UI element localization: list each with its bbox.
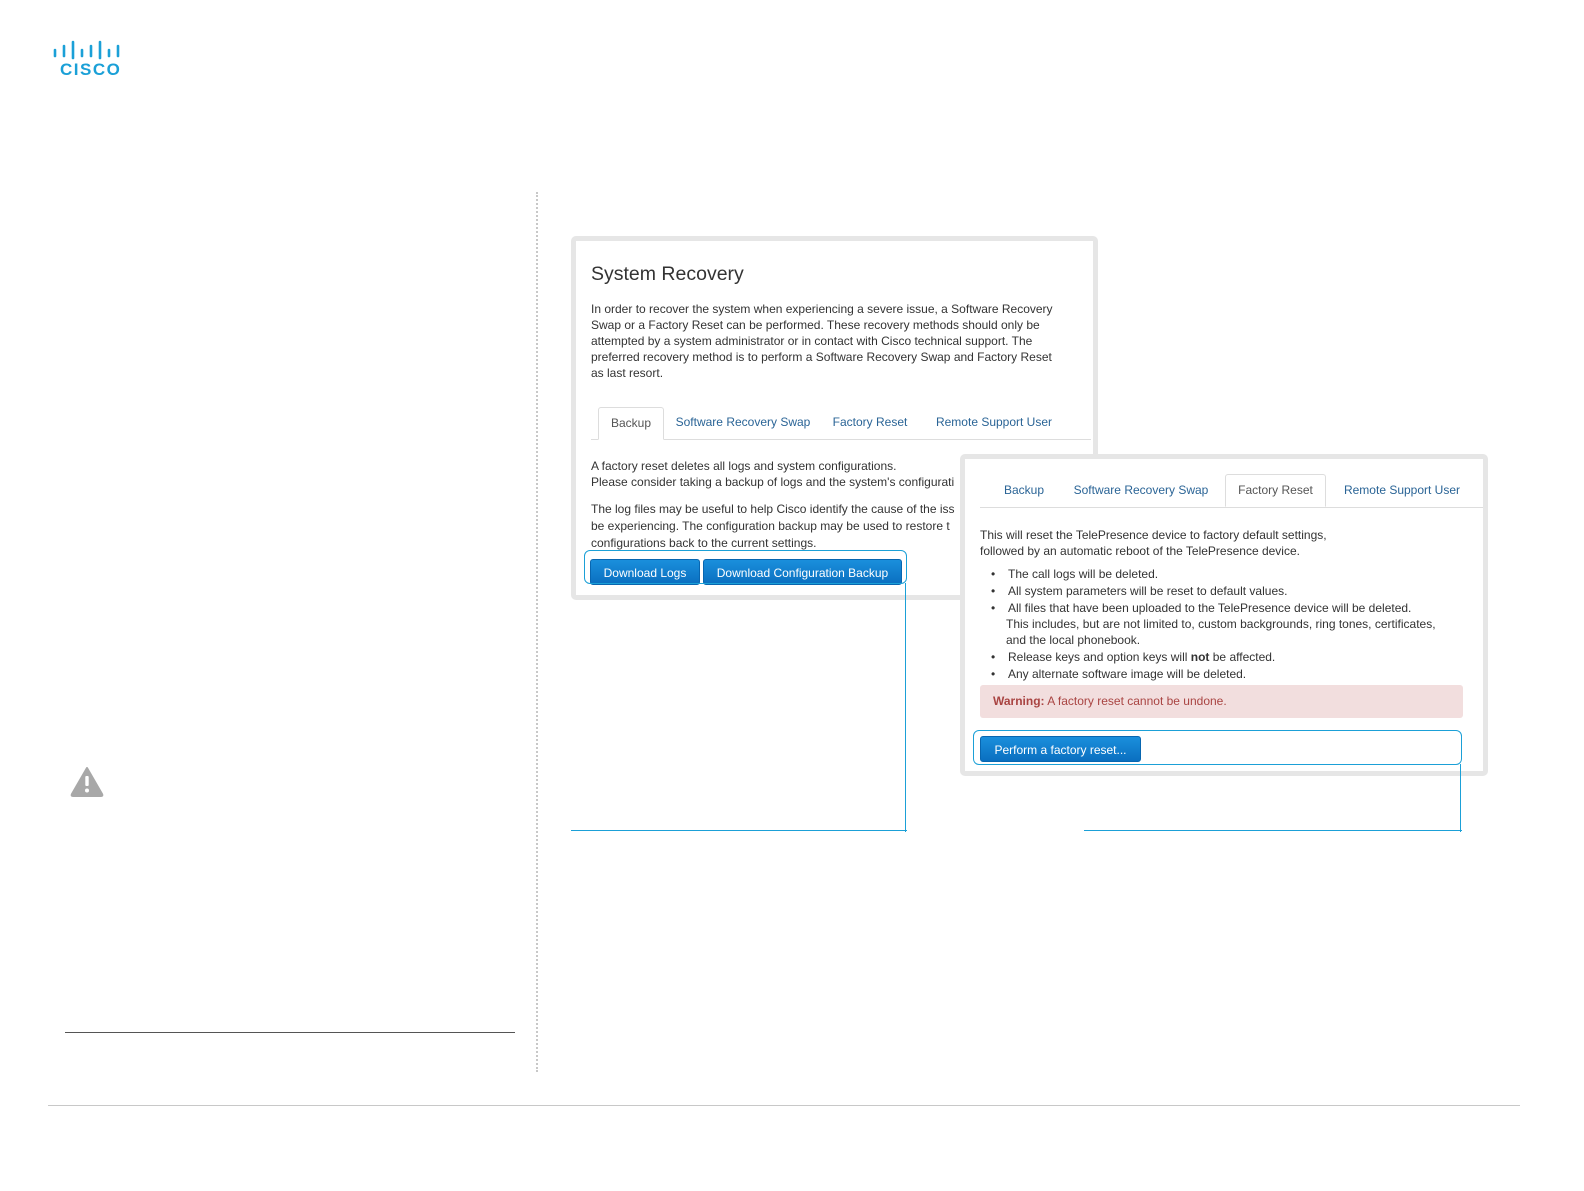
cisco-bars-icon [53, 40, 120, 60]
footer-rule [48, 1105, 1520, 1106]
factory-reset-panel: Backup Software Recovery Swap Factory Re… [960, 454, 1488, 776]
list-item: All system parameters will be reset to d… [980, 583, 1480, 599]
tab-factory-reset[interactable]: Factory Reset [1225, 474, 1326, 507]
warning-label: Warning: [993, 694, 1045, 708]
list-item: All files that have been uploaded to the… [980, 600, 1480, 648]
reset-intro-line: This will reset the TelePresence device … [980, 528, 1327, 542]
section-rule [65, 1032, 515, 1033]
callout-line [905, 583, 906, 832]
tab-factory-reset[interactable]: Factory Reset [826, 407, 914, 437]
download-buttons-highlight [584, 550, 907, 584]
tab-software-recovery-swap[interactable]: Software Recovery Swap [1062, 475, 1220, 505]
warning-alert: Warning: A factory reset cannot be undon… [980, 685, 1463, 718]
factory-reset-button-highlight [973, 730, 1462, 765]
column-divider [536, 192, 538, 1072]
recovery-tabs: Backup Software Recovery Swap Factory Re… [591, 407, 1091, 440]
cisco-logo: CISCO [52, 40, 128, 82]
callout-line [1460, 764, 1461, 832]
list-item: Any alternate software image will be del… [980, 666, 1480, 682]
list-item-detail: This includes, but are not limited to, c… [1006, 617, 1436, 631]
tab-remote-support-user[interactable]: Remote Support User [1332, 475, 1472, 505]
reset-effects-list: The call logs will be deleted. All syste… [980, 566, 1480, 683]
warning-triangle-icon [70, 766, 104, 802]
recovery-tabs: Backup Software Recovery Swap Factory Re… [980, 473, 1483, 508]
list-item: Release keys and option keys will not be… [980, 649, 1480, 665]
tab-remote-support-user[interactable]: Remote Support User [929, 407, 1059, 437]
warning-text: A factory reset cannot be undone. [1044, 694, 1227, 708]
tab-backup[interactable]: Backup [987, 475, 1061, 505]
list-item: The call logs will be deleted. [980, 566, 1480, 582]
logo-wordmark: CISCO [60, 60, 122, 79]
intro-text: In order to recover the system when expe… [591, 302, 1053, 380]
reset-intro-line: followed by an automatic reboot of the T… [980, 544, 1300, 558]
tab-backup[interactable]: Backup [598, 407, 664, 440]
list-item-detail: and the local phonebook. [1006, 633, 1141, 647]
tab-software-recovery-swap[interactable]: Software Recovery Swap [668, 407, 818, 437]
callout-line [1084, 830, 1462, 831]
callout-line [571, 830, 907, 831]
page-title: System Recovery [591, 263, 744, 285]
